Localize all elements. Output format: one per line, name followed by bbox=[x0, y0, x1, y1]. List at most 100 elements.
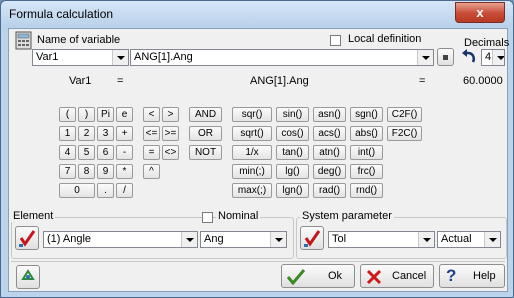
key-minus[interactable]: - bbox=[116, 145, 133, 160]
key-rnd[interactable]: rnd() bbox=[350, 183, 383, 198]
nominal-label: Nominal bbox=[216, 210, 261, 222]
chevron-down-icon[interactable] bbox=[418, 232, 434, 247]
key-open-paren[interactable]: ( bbox=[59, 107, 76, 122]
key-equal[interactable]: = bbox=[143, 145, 160, 160]
variable-name-value: Var1 bbox=[36, 51, 59, 63]
name-of-variable-label: Name of variable bbox=[37, 34, 121, 46]
result-formula: ANG[1].Ang bbox=[250, 75, 309, 87]
key-int[interactable]: int() bbox=[350, 145, 383, 160]
chevron-down-icon[interactable] bbox=[112, 50, 128, 65]
key-2[interactable]: 2 bbox=[78, 126, 95, 141]
key-and[interactable]: AND bbox=[189, 107, 222, 122]
key-8[interactable]: 8 bbox=[78, 164, 95, 179]
element-attribute-select[interactable]: Ang bbox=[200, 231, 287, 248]
key-0[interactable]: 0 bbox=[59, 183, 95, 198]
help-icon: ? bbox=[446, 266, 457, 285]
key-tan[interactable]: tan() bbox=[276, 145, 309, 160]
key-f2c[interactable]: F2C() bbox=[387, 126, 422, 141]
key-atn[interactable]: atn() bbox=[313, 145, 346, 160]
variable-name-select[interactable]: Var1 bbox=[32, 49, 129, 66]
cancel-button[interactable]: Cancel bbox=[360, 264, 434, 288]
key-sgn[interactable]: sgn() bbox=[350, 107, 383, 122]
result-equals: = bbox=[117, 75, 124, 87]
key-1[interactable]: 1 bbox=[59, 126, 76, 141]
key-multiply[interactable]: * bbox=[116, 164, 133, 179]
local-definition-checkbox[interactable] bbox=[330, 35, 341, 46]
chevron-down-icon[interactable] bbox=[492, 50, 504, 65]
decimals-label: Decimals bbox=[464, 37, 510, 49]
key-5[interactable]: 5 bbox=[78, 145, 95, 160]
pick-system-parameter-button[interactable] bbox=[300, 226, 324, 250]
system-mode-value: Actual bbox=[441, 233, 472, 245]
key-rad[interactable]: rad() bbox=[313, 183, 346, 198]
result-value: 60.0000 bbox=[463, 75, 503, 87]
key-divide[interactable]: / bbox=[116, 183, 133, 198]
key-less-equal[interactable]: <= bbox=[143, 126, 160, 141]
bottom-separator bbox=[11, 261, 505, 262]
key-sqrt[interactable]: sqrt() bbox=[232, 126, 272, 141]
key-sqr[interactable]: sqr() bbox=[232, 107, 272, 122]
key-max[interactable]: max(;) bbox=[232, 183, 272, 198]
undo-icon[interactable] bbox=[461, 49, 477, 65]
pick-element-button[interactable] bbox=[15, 226, 39, 250]
result-equals-2: = bbox=[419, 75, 426, 87]
key-4[interactable]: 4 bbox=[59, 145, 76, 160]
ok-label: Ok bbox=[328, 270, 343, 282]
key-e[interactable]: e bbox=[116, 107, 133, 122]
key-6[interactable]: 6 bbox=[97, 145, 114, 160]
key-dot[interactable]: . bbox=[97, 183, 114, 198]
key-frc[interactable]: frc() bbox=[350, 164, 383, 179]
key-not[interactable]: NOT bbox=[189, 145, 222, 160]
key-greater-equal[interactable]: >= bbox=[162, 126, 179, 141]
key-lg[interactable]: lg() bbox=[276, 164, 309, 179]
formula-input[interactable]: ANG[1].Ang bbox=[130, 49, 434, 66]
key-7[interactable]: 7 bbox=[59, 164, 76, 179]
key-cos[interactable]: cos() bbox=[276, 126, 309, 141]
checkmark-icon bbox=[304, 230, 321, 247]
key-min[interactable]: min(;) bbox=[232, 164, 272, 179]
key-acs[interactable]: acs() bbox=[313, 126, 346, 141]
result-variable: Var1 bbox=[69, 75, 92, 87]
recycle-button[interactable] bbox=[16, 265, 40, 289]
formula-dialog: Formula calculation x Name of variable L… bbox=[0, 0, 514, 298]
key-less[interactable]: < bbox=[143, 107, 160, 122]
key-greater[interactable]: > bbox=[162, 107, 179, 122]
formula-value: ANG[1].Ang bbox=[134, 51, 193, 63]
chevron-down-icon[interactable] bbox=[417, 50, 433, 65]
key-or[interactable]: OR bbox=[189, 126, 222, 141]
key-asn[interactable]: asn() bbox=[313, 107, 346, 122]
key-deg[interactable]: deg() bbox=[313, 164, 346, 179]
key-close-paren[interactable]: ) bbox=[78, 107, 95, 122]
key-plus[interactable]: + bbox=[116, 126, 133, 141]
key-sin[interactable]: sin() bbox=[276, 107, 309, 122]
element-label: Element bbox=[11, 210, 56, 222]
chevron-down-icon[interactable] bbox=[181, 232, 197, 247]
help-button[interactable]: ? Help bbox=[439, 264, 505, 288]
title-bar: Formula calculation x bbox=[1, 1, 513, 27]
decimals-select[interactable]: 4 bbox=[481, 49, 505, 66]
system-mode-select[interactable]: Actual bbox=[437, 231, 501, 248]
element-value: (1) Angle bbox=[47, 233, 92, 245]
system-parameter-label: System parameter bbox=[300, 210, 394, 222]
key-power[interactable]: ^ bbox=[143, 164, 160, 179]
chevron-down-icon[interactable] bbox=[270, 232, 286, 247]
stop-icon bbox=[443, 55, 448, 60]
nominal-checkbox[interactable] bbox=[202, 212, 213, 223]
key-abs[interactable]: abs() bbox=[350, 126, 383, 141]
chevron-down-icon[interactable] bbox=[484, 232, 500, 247]
system-parameter-select[interactable]: Tol bbox=[328, 231, 435, 248]
key-pi[interactable]: Pi bbox=[97, 107, 114, 122]
calculator-icon bbox=[15, 31, 32, 50]
delete-formula-button[interactable] bbox=[437, 48, 454, 66]
help-label: Help bbox=[473, 270, 496, 282]
element-select[interactable]: (1) Angle bbox=[43, 231, 198, 248]
key-3[interactable]: 3 bbox=[97, 126, 114, 141]
key-not-equal[interactable]: <> bbox=[162, 145, 179, 160]
key-c2f[interactable]: C2F() bbox=[387, 107, 422, 122]
key-lgn[interactable]: lgn() bbox=[276, 183, 309, 198]
close-button[interactable]: x bbox=[455, 2, 505, 23]
window-title: Formula calculation bbox=[9, 7, 114, 21]
key-reciprocal[interactable]: 1/x bbox=[232, 145, 272, 160]
key-9[interactable]: 9 bbox=[97, 164, 114, 179]
ok-button[interactable]: Ok bbox=[281, 264, 355, 288]
